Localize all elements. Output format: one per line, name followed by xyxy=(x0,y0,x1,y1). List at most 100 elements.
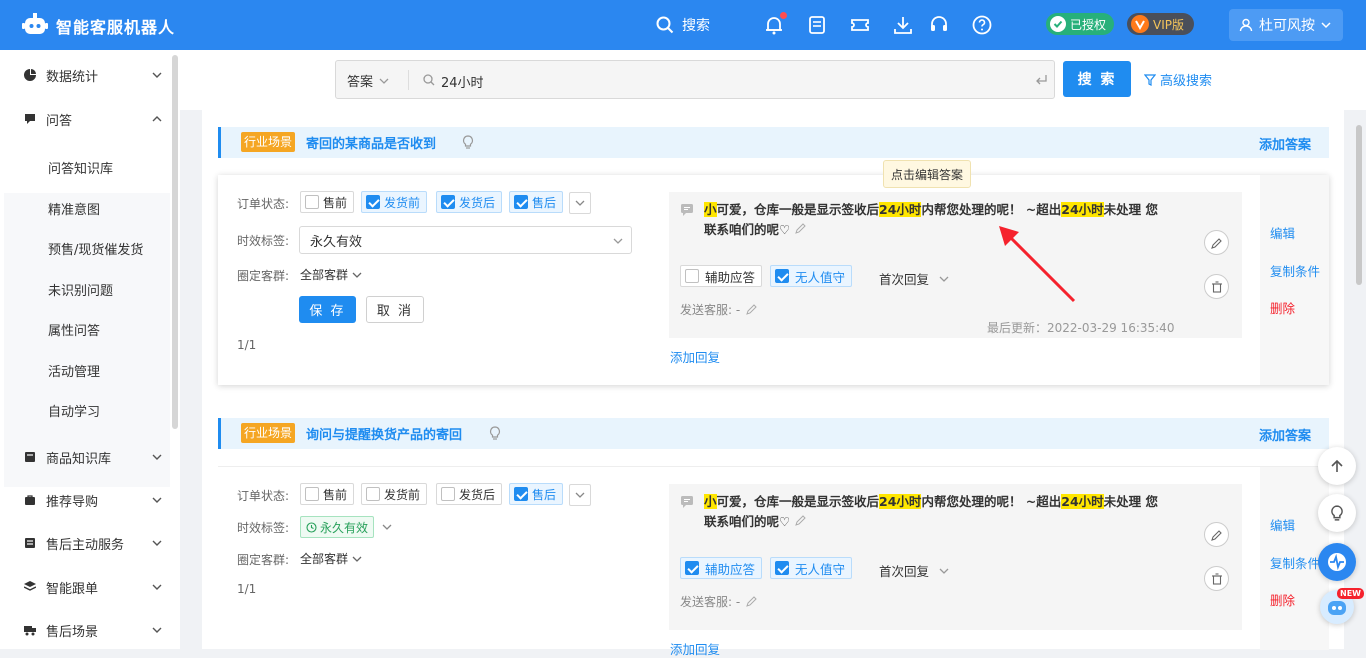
monitor-button[interactable] xyxy=(1318,543,1356,581)
sidebar-sub-qa-kb[interactable]: 问答知识库 xyxy=(48,158,113,177)
sidebar-item-recommend[interactable]: 推荐导购 xyxy=(0,478,170,522)
status-label: 发货前 xyxy=(384,487,421,502)
valid-tag-value: 永久有效 xyxy=(310,234,363,250)
tips-button[interactable] xyxy=(1318,494,1356,532)
unattended-label: 无人值守 xyxy=(795,561,846,577)
pencil-icon[interactable] xyxy=(794,223,806,234)
checkbox xyxy=(514,487,528,501)
sidebar-item-stats[interactable]: 数据统计 xyxy=(0,53,170,97)
user-menu[interactable]: 杜可风按 xyxy=(1229,9,1343,41)
order-status-label: 订单状态: xyxy=(237,197,290,211)
add-answer-link[interactable]: 添加答案 xyxy=(1259,134,1311,153)
status-presale-checkbox[interactable]: 售前 xyxy=(300,483,355,505)
customer-group-select[interactable]: 全部客群 xyxy=(300,266,362,283)
sidebar-item-qa[interactable]: 问答 xyxy=(0,97,170,141)
first-reply-select[interactable]: 首次回复 xyxy=(879,561,949,580)
status-before-ship-checkbox[interactable]: 发货前 xyxy=(361,483,428,505)
save-button[interactable]: 保 存 xyxy=(299,296,356,323)
assist-reply-checkbox[interactable]: 辅助应答 xyxy=(680,265,763,287)
reply-text[interactable]: 小可爱，仓库一般是显示签收后24小时内帮您处理的呢！ ~超出24小时未处理 您联… xyxy=(704,200,1164,240)
highlight-text: 小 xyxy=(704,202,717,217)
pager: 1/1 xyxy=(237,582,257,596)
annotation-arrow xyxy=(999,226,1076,303)
add-reply-link[interactable]: 添加回复 xyxy=(670,347,720,366)
status-after-ship-checkbox[interactable]: 发货后 xyxy=(436,191,503,213)
customer-group-label: 圈定客群: xyxy=(237,269,290,283)
status-presale-checkbox[interactable]: 售前 xyxy=(300,191,355,213)
delete-link[interactable]: 删除 xyxy=(1270,298,1295,317)
checkbox xyxy=(305,487,319,501)
industry-tag: 行业场景 xyxy=(241,132,296,152)
industry-tag: 行业场景 xyxy=(241,423,296,443)
search-input[interactable]: 24小时 xyxy=(441,72,484,91)
search-button[interactable]: 搜 索 xyxy=(1063,61,1131,97)
pencil-icon[interactable] xyxy=(794,515,806,526)
status-after-ship-checkbox[interactable]: 发货后 xyxy=(436,483,503,505)
assist-reply-checkbox[interactable]: 辅助应答 xyxy=(680,557,763,579)
status-label: 售前 xyxy=(323,487,348,502)
edit-reply-button[interactable] xyxy=(1204,230,1229,255)
sidebar-sub-activity[interactable]: 活动管理 xyxy=(48,361,100,380)
unattended-label: 无人值守 xyxy=(795,269,846,285)
sidebar-sub-attribute[interactable]: 属性问答 xyxy=(48,320,100,339)
vip-icon xyxy=(1131,15,1149,33)
search-icon xyxy=(656,16,674,34)
unattended-checkbox[interactable]: 无人值守 xyxy=(770,557,853,579)
download-icon[interactable] xyxy=(892,14,914,36)
first-reply-select[interactable]: 首次回复 xyxy=(879,269,949,288)
pencil-icon[interactable] xyxy=(746,596,757,607)
status-aftersale-checkbox[interactable]: 售后 xyxy=(509,483,564,505)
delete-reply-button[interactable] xyxy=(1204,566,1229,591)
advanced-search-link[interactable]: 高级搜索 xyxy=(1144,70,1212,89)
document-icon[interactable] xyxy=(806,14,828,36)
sidebar-sub-intent[interactable]: 精准意图 xyxy=(48,199,100,218)
help-icon[interactable] xyxy=(971,14,993,36)
delete-link[interactable]: 删除 xyxy=(1270,590,1295,609)
chevron-down-icon xyxy=(152,584,162,590)
delete-reply-button[interactable] xyxy=(1204,274,1229,299)
status-before-ship-checkbox[interactable]: 发货前 xyxy=(361,191,428,213)
sidebar-scrollbar[interactable] xyxy=(172,55,178,429)
status-dropdown-toggle[interactable] xyxy=(569,484,591,506)
sidebar-item-product-kb[interactable]: 商品知识库 xyxy=(0,435,170,479)
sidebar-sub-autolearn[interactable]: 自动学习 xyxy=(48,401,100,420)
question-title[interactable]: 寄回的某商品是否收到 xyxy=(306,133,436,152)
checkbox xyxy=(441,487,455,501)
new-badge: NEW xyxy=(1337,588,1364,599)
reply-text[interactable]: 小可爱，仓库一般是显示签收后24小时内帮您处理的呢！ ~超出24小时未处理 您联… xyxy=(704,492,1164,532)
sidebar-sub-unrecognized[interactable]: 未识别问题 xyxy=(48,280,113,299)
valid-tag-select[interactable]: 永久有效 xyxy=(300,516,392,538)
valid-tag-select[interactable]: 永久有效 xyxy=(299,226,632,254)
search-box[interactable]: 答案 24小时 xyxy=(335,60,1055,99)
sidebar-sub-presale[interactable]: 预售/现货催发货 xyxy=(48,239,143,258)
status-dropdown-toggle[interactable] xyxy=(569,192,591,214)
assist-reply-label: 辅助应答 xyxy=(705,269,756,285)
headset-icon[interactable] xyxy=(928,14,950,36)
edit-reply-button[interactable] xyxy=(1204,522,1229,547)
customer-group-select[interactable]: 全部客群 xyxy=(300,550,362,567)
vip-badge: VIP版 xyxy=(1127,13,1194,35)
checkbox xyxy=(441,195,455,209)
content-scrollbar[interactable] xyxy=(1356,125,1362,285)
status-aftersale-checkbox[interactable]: 售后 xyxy=(509,191,564,213)
lightbulb-icon xyxy=(1331,505,1343,521)
sidebar-item-tracking[interactable]: 智能跟单 xyxy=(0,565,170,609)
copy-condition-link[interactable]: 复制条件 xyxy=(1270,261,1320,280)
edit-link[interactable]: 编辑 xyxy=(1270,515,1295,534)
header-search[interactable]: 搜索 xyxy=(656,15,710,35)
copy-condition-link[interactable]: 复制条件 xyxy=(1270,553,1320,572)
first-reply-label: 首次回复 xyxy=(879,272,930,287)
pencil-icon[interactable] xyxy=(746,304,757,315)
cancel-button[interactable]: 取 消 xyxy=(366,296,424,323)
sidebar-item-aftersale-service[interactable]: 售后主动服务 xyxy=(0,521,170,565)
edit-link[interactable]: 编辑 xyxy=(1270,223,1295,242)
sidebar-item-aftersale-scene[interactable]: 售后场景 xyxy=(0,608,170,652)
back-to-top-button[interactable] xyxy=(1318,447,1356,485)
question-title[interactable]: 询问与提醒换货产品的寄回 xyxy=(306,424,462,443)
lightbulb-icon[interactable] xyxy=(488,426,502,440)
unattended-checkbox[interactable]: 无人值守 xyxy=(770,265,853,287)
lightbulb-icon[interactable] xyxy=(461,135,475,149)
ticket-icon[interactable] xyxy=(849,14,871,36)
search-type-select[interactable]: 答案 xyxy=(347,71,389,90)
add-answer-link[interactable]: 添加答案 xyxy=(1259,425,1311,444)
